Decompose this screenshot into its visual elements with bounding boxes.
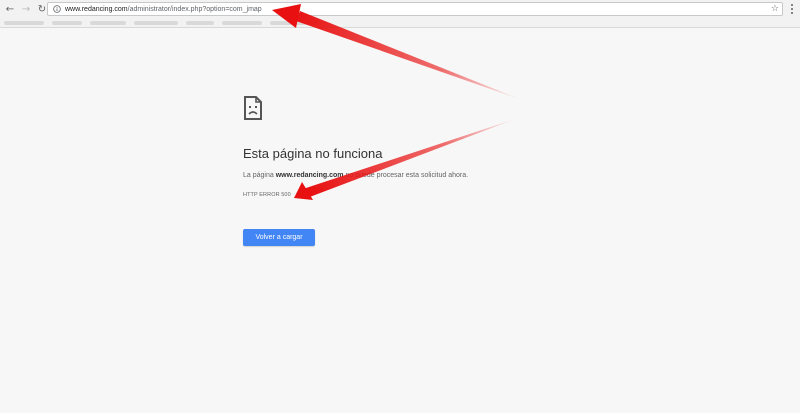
url-path: /administrator/index.php?option=com_jmap [127, 5, 262, 13]
error-description-prefix: La página [243, 172, 276, 179]
bookmark-item[interactable] [134, 21, 178, 25]
reload-button[interactable]: Volver a cargar [243, 229, 315, 246]
error-code: HTTP ERROR 500 [243, 192, 291, 198]
bookmarks-bar [0, 18, 800, 28]
bookmark-item[interactable] [90, 21, 126, 25]
page-info-icon[interactable] [52, 4, 62, 14]
bookmark-item[interactable] [186, 21, 214, 25]
address-bar[interactable]: www.redancing.com/administrator/index.ph… [47, 2, 783, 16]
bookmark-item[interactable] [222, 21, 262, 25]
error-title: Esta página no funciona [243, 146, 383, 161]
back-arrow-icon[interactable]: ← [4, 2, 16, 16]
error-description-suffix: no puede procesar esta solicitud ahora. [343, 172, 469, 179]
error-description: La página www.redancing.com no puede pro… [243, 172, 468, 179]
bookmark-item[interactable] [270, 21, 320, 25]
url-text[interactable]: www.redancing.com/administrator/index.ph… [65, 6, 262, 13]
more-vert-icon[interactable] [787, 2, 797, 16]
star-icon[interactable]: ☆ [771, 4, 779, 14]
sad-page-icon [243, 96, 263, 120]
url-host: www.redancing.com [65, 5, 128, 13]
annotation-layer [272, 4, 522, 200]
bookmark-item[interactable] [4, 21, 44, 25]
bookmark-item[interactable] [52, 21, 82, 25]
error-description-host: www.redancing.com [275, 172, 344, 179]
forward-arrow-icon[interactable]: → [20, 2, 32, 16]
